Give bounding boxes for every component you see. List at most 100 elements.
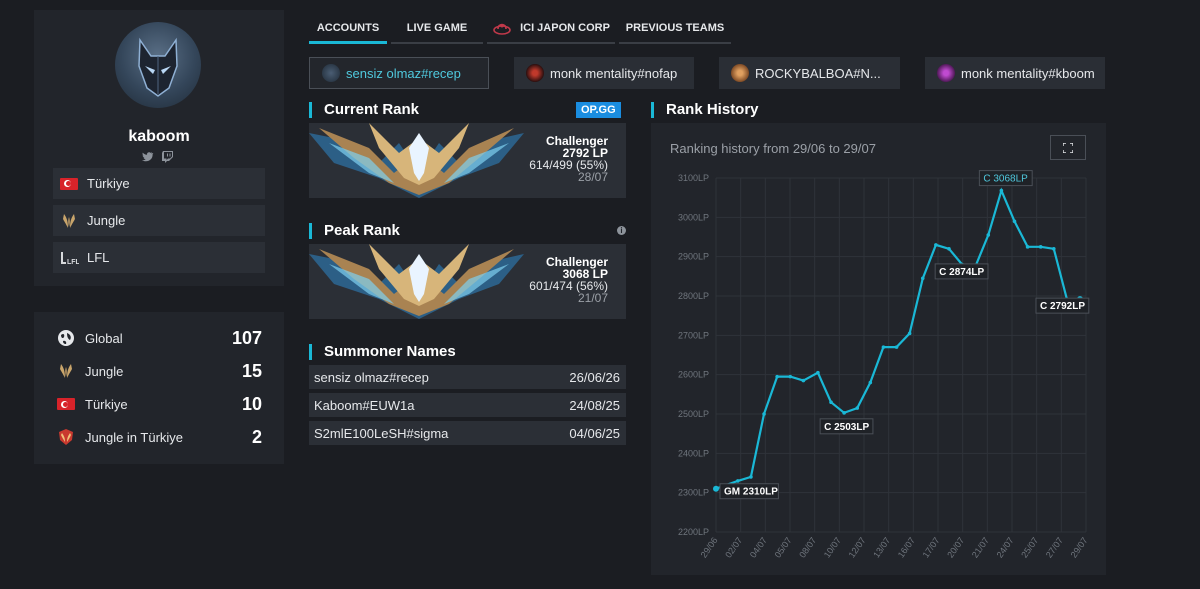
globe-icon: [56, 329, 76, 347]
y-tick-label: 2400LP: [678, 448, 709, 458]
turkey-flag-icon: [56, 398, 76, 410]
x-tick-label: 08/07: [797, 535, 818, 559]
summoner-names-heading: Summoner Names: [309, 344, 456, 360]
tab-team-ici-japon-corp[interactable]: ICI JAPON CORP: [487, 14, 615, 44]
x-tick-label: 16/07: [896, 535, 917, 559]
avatar: [115, 22, 201, 108]
jungle-turkey-crest-icon: [56, 428, 76, 446]
account-chip[interactable]: monk mentality#kboom: [925, 57, 1105, 89]
x-tick-label: 27/07: [1044, 535, 1065, 559]
data-point: [907, 331, 912, 336]
x-tick-label: 17/07: [921, 535, 942, 559]
y-tick-label: 2600LP: [678, 370, 709, 380]
x-tick-label: 02/07: [723, 535, 744, 559]
summoner-name-row: S2mlE100LeSH#sigma 04/06/25: [309, 421, 626, 445]
data-point: [868, 380, 873, 385]
account-avatar-icon: [526, 64, 544, 82]
y-tick-label: 2200LP: [678, 527, 709, 537]
data-point: [788, 374, 793, 379]
annotation-label: C 2874LP: [939, 267, 984, 278]
ranking-row: Jungle in Türkiye 2: [56, 426, 262, 448]
y-tick-label: 2800LP: [678, 291, 709, 301]
ranking-row: Türkiye 10: [56, 393, 262, 415]
x-tick-label: 21/07: [970, 535, 991, 559]
team-logo-icon: [492, 20, 512, 36]
rank-history-panel: Ranking history from 29/06 to 29/07 3100…: [651, 123, 1106, 575]
account-chip[interactable]: monk mentality#nofap: [514, 57, 694, 89]
y-tick-label: 2900LP: [678, 252, 709, 262]
data-point: [816, 370, 820, 375]
player-name: kaboom: [128, 128, 190, 145]
ranking-row: Global 107: [56, 327, 262, 349]
y-tick-label: 2700LP: [678, 330, 709, 340]
account-chip[interactable]: ROCKYBALBOA#N...: [719, 57, 900, 89]
data-point: [749, 475, 753, 479]
x-tick-label: 10/07: [822, 535, 843, 559]
summoner-name-row: Kaboom#EUW1a 24/08/25: [309, 393, 626, 417]
role-info: Jungle: [53, 205, 265, 236]
tab-bar: ACCOUNTS LIVE GAME ICI JAPON CORP PREVIO…: [309, 14, 731, 44]
challenger-emblem-icon: [309, 244, 524, 319]
x-tick-label: 13/07: [871, 535, 892, 559]
current-rank-card: Challenger 2792 LP 614/499 (55%) 28/07: [309, 123, 626, 198]
turkey-flag-icon: [59, 177, 79, 191]
account-avatar-icon: [937, 64, 955, 82]
x-tick-label: 04/07: [748, 535, 769, 559]
jungle-role-icon: [59, 213, 79, 228]
data-point: [934, 243, 938, 247]
account-chip[interactable]: sensiz olmaz#recep: [309, 57, 489, 89]
country-info: Türkiye: [53, 168, 265, 199]
x-tick-label: 25/07: [1019, 535, 1040, 559]
annotation-label: C 2792LP: [1040, 301, 1085, 312]
data-point: [762, 412, 766, 416]
tab-accounts[interactable]: ACCOUNTS: [309, 14, 387, 44]
data-point: [829, 400, 833, 405]
data-point: [881, 345, 886, 349]
tab-live-game[interactable]: LIVE GAME: [391, 14, 483, 44]
summoner-name-row: sensiz olmaz#recep 26/06/26: [309, 365, 626, 389]
peak-rank-heading: Peak Rank: [309, 223, 400, 239]
y-tick-label: 2500LP: [678, 409, 709, 419]
rankings-card: Global 107 Jungle 15 Türkiye 10 Jungle i…: [34, 312, 284, 464]
x-tick-label: 29/06: [699, 535, 720, 559]
x-tick-label: 12/07: [847, 535, 868, 559]
y-tick-label: 3000LP: [678, 212, 709, 222]
data-point: [986, 233, 991, 237]
data-point: [947, 247, 951, 251]
data-point: [1051, 247, 1056, 251]
data-point: [1038, 245, 1043, 249]
data-point: [775, 374, 779, 379]
annotation-label: C 2503LP: [824, 422, 869, 433]
info-icon[interactable]: i: [617, 226, 626, 235]
data-point: [842, 411, 846, 415]
league-info: LFL LFL: [53, 242, 265, 273]
opgg-badge[interactable]: OP.GG: [576, 102, 621, 118]
tab-previous-teams[interactable]: PREVIOUS TEAMS: [619, 14, 731, 44]
data-point: [801, 378, 806, 383]
rank-history-chart: 3100LP 3000LP 2900LP 2800LP 2700LP 2600LP 2500…: [678, 170, 1090, 560]
account-avatar-icon: [322, 64, 340, 82]
profile-card: kaboom Türkiye Jungle LFL LFL: [34, 10, 284, 286]
twitch-icon[interactable]: [162, 151, 173, 166]
twitter-icon[interactable]: [142, 151, 154, 166]
data-point: [1012, 219, 1017, 224]
x-tick-label: 05/07: [773, 535, 794, 559]
lfl-league-icon: LFL: [59, 251, 79, 265]
data-point: [855, 406, 860, 410]
svg-text:LFL: LFL: [67, 259, 79, 265]
data-point: [736, 479, 740, 483]
series-line: [715, 187, 1080, 490]
rank-history-heading: Rank History: [651, 102, 759, 118]
start-point: [713, 485, 719, 492]
annotation-label: GM 2310LP: [724, 487, 778, 498]
y-tick-label: 3100LP: [678, 173, 709, 183]
data-point: [894, 345, 899, 349]
data-point: [1025, 245, 1030, 249]
x-tick-label: 29/07: [1069, 535, 1090, 559]
challenger-emblem-icon: [309, 123, 524, 198]
peak-rank-card: Challenger 3068 LP 601/474 (56%) 21/07: [309, 244, 626, 319]
x-tick-label: 24/07: [995, 535, 1016, 559]
y-tick-label: 2300LP: [678, 488, 709, 498]
jungle-role-icon: [56, 363, 76, 379]
data-point: [920, 276, 925, 281]
